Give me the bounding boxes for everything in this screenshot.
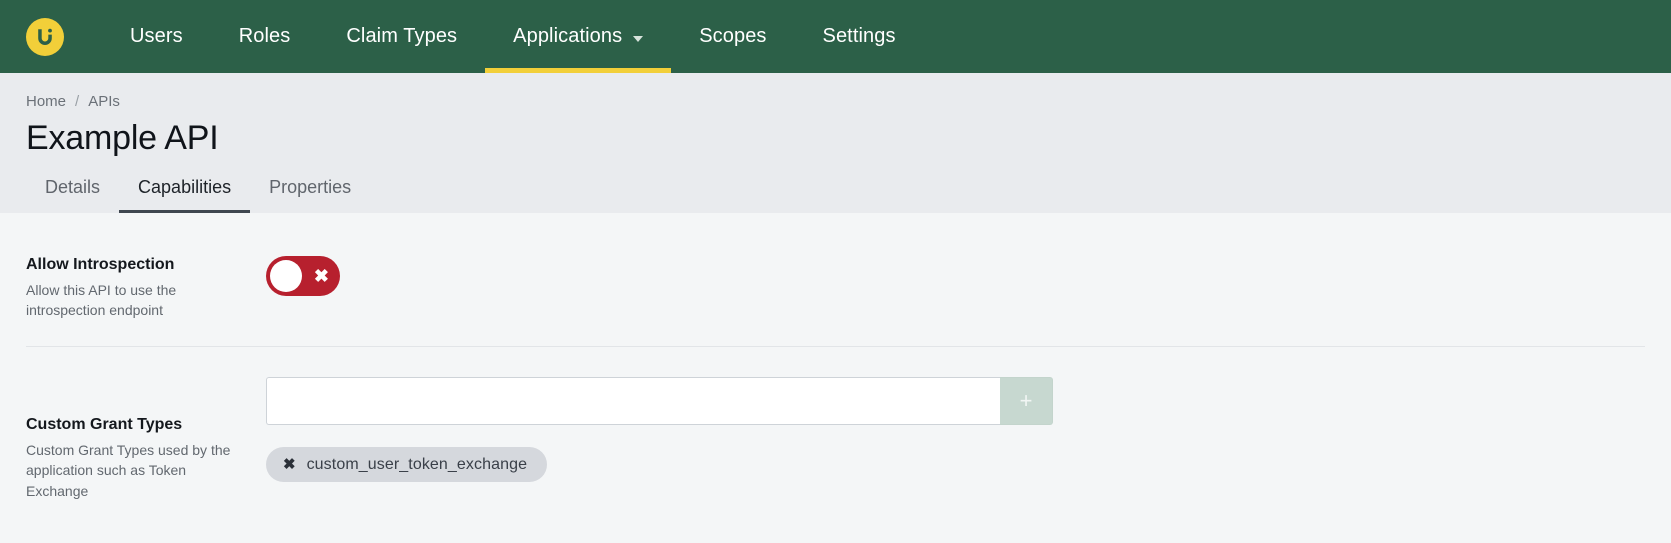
tab-properties[interactable]: Properties — [250, 177, 370, 213]
toggle-knob — [270, 260, 302, 292]
setting-row-custom-grant-types: Custom Grant Types Custom Grant Types us… — [26, 347, 1645, 511]
nav-item-label: Users — [130, 25, 183, 47]
breadcrumb-item-home[interactable]: Home — [26, 93, 66, 110]
nav-item-users[interactable]: Users — [102, 0, 211, 73]
tab-label: Properties — [269, 177, 352, 197]
plus-icon: + — [1019, 388, 1033, 414]
custom-grant-type-chip-list: ✖ custom_user_token_exchange — [266, 447, 1645, 483]
chevron-down-icon — [633, 35, 644, 42]
custom-grant-type-chip[interactable]: ✖ custom_user_token_exchange — [266, 447, 548, 483]
chip-label: custom_user_token_exchange — [306, 455, 528, 473]
tab-label: Capabilities — [138, 177, 232, 197]
nav-item-applications[interactable]: Applications — [485, 0, 672, 73]
tab-bar: Details Capabilities Properties — [26, 177, 1671, 213]
nav-item-label: Applications — [513, 25, 623, 47]
tab-label: Details — [45, 177, 101, 197]
breadcrumb-separator: / — [75, 93, 80, 110]
top-navigation-bar: Users Roles Claim Types Applications Sco… — [0, 0, 1671, 73]
nav-item-label: Scopes — [699, 25, 767, 47]
custom-grant-type-input[interactable] — [266, 377, 1000, 426]
nav-item-settings[interactable]: Settings — [795, 0, 924, 73]
breadcrumb-item-apis[interactable]: APIs — [88, 93, 120, 110]
allow-introspection-toggle[interactable]: ✖ — [266, 256, 340, 296]
brand-logo-u-icon[interactable] — [26, 17, 64, 56]
capabilities-panel: Allow Introspection Allow this API to us… — [0, 213, 1671, 512]
close-x-icon: ✖ — [313, 266, 329, 286]
nav-item-roles[interactable]: Roles — [211, 0, 319, 73]
breadcrumb: Home / APIs — [26, 73, 1645, 110]
close-x-icon[interactable]: ✖ — [283, 457, 296, 472]
setting-title: Allow Introspection — [26, 256, 175, 273]
nav-item-label: Settings — [822, 25, 896, 47]
setting-control-block: + ✖ custom_user_token_exchange — [266, 377, 1645, 483]
setting-title: Custom Grant Types — [26, 416, 183, 434]
setting-label-block: Custom Grant Types Custom Grant Types us… — [26, 377, 266, 501]
setting-row-allow-introspection: Allow Introspection Allow this API to us… — [26, 213, 1645, 346]
custom-grant-type-input-group: + — [266, 377, 1053, 426]
setting-description: Allow this API to use the introspection … — [26, 281, 177, 319]
setting-description: Custom Grant Types used by the applicati… — [26, 442, 231, 499]
page-title: Example API — [26, 119, 219, 157]
setting-label-block: Allow Introspection Allow this API to us… — [26, 247, 266, 320]
page-header-band: Home / APIs Example API Details Capabili… — [0, 73, 1671, 213]
nav-item-claim-types[interactable]: Claim Types — [318, 0, 485, 73]
nav-item-scopes[interactable]: Scopes — [671, 0, 794, 73]
setting-control-block: ✖ — [266, 247, 1645, 296]
nav-item-label: Claim Types — [346, 25, 458, 47]
tab-details[interactable]: Details — [26, 177, 119, 213]
add-grant-type-button[interactable]: + — [1000, 377, 1053, 426]
nav-item-label: Roles — [238, 25, 291, 47]
nav-items: Users Roles Claim Types Applications Sco… — [102, 0, 924, 73]
tab-capabilities[interactable]: Capabilities — [119, 177, 251, 213]
